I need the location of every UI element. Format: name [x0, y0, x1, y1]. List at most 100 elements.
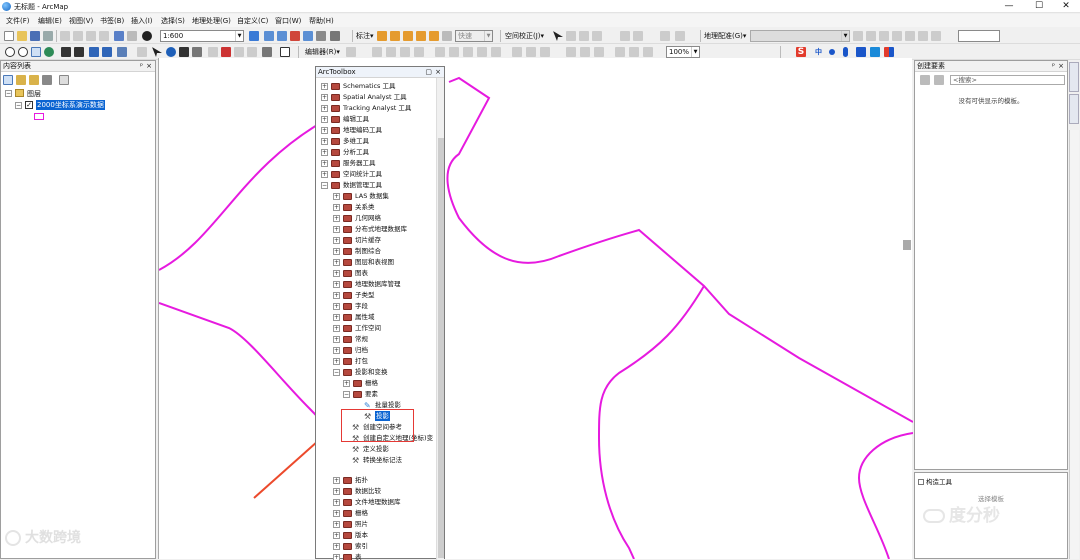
- select-arrow-icon[interactable]: [553, 31, 563, 41]
- editor-menu[interactable]: 编辑器(R)▾: [305, 47, 340, 57]
- quick-combo[interactable]: 快速 ▼: [455, 30, 493, 42]
- identify-icon[interactable]: [166, 47, 176, 57]
- pin-icon[interactable]: ᵖ: [1052, 61, 1055, 72]
- select-features-icon[interactable]: [117, 47, 127, 57]
- expand-toggle[interactable]: +: [321, 138, 328, 145]
- expand-toggle[interactable]: +: [333, 204, 340, 211]
- expand-toggle[interactable]: +: [333, 292, 340, 299]
- data-driven-pages-icon[interactable]: [643, 47, 653, 57]
- select-elements-icon[interactable]: [152, 47, 162, 57]
- expand-toggle[interactable]: +: [333, 477, 340, 484]
- page-icon[interactable]: [512, 47, 522, 57]
- menu-selection[interactable]: 选择(S): [161, 16, 185, 26]
- list-by-drawing-order-icon[interactable]: [3, 75, 13, 85]
- list-by-visibility-icon[interactable]: [29, 75, 39, 85]
- fixed-zoom-out-icon[interactable]: [74, 47, 84, 57]
- toolset-item[interactable]: + 文件地理数据库: [328, 497, 436, 508]
- scrollbar-thumb[interactable]: [438, 138, 444, 558]
- edge-match-icon[interactable]: [675, 31, 685, 41]
- expand-toggle[interactable]: +: [333, 215, 340, 222]
- toolbox-item[interactable]: + Spatial Analyst 工具: [316, 92, 436, 103]
- toolset-item[interactable]: + 常规: [328, 334, 436, 345]
- toolset-item[interactable]: + 拓扑: [328, 475, 436, 486]
- expand-toggle[interactable]: +: [321, 105, 328, 112]
- toolbox-item[interactable]: + 多维工具: [316, 136, 436, 147]
- expand-toggle[interactable]: +: [333, 237, 340, 244]
- template-view-icon[interactable]: [934, 75, 944, 85]
- menu-geoprocessing[interactable]: 地理处理(G): [192, 16, 231, 26]
- arctoolbox-icon[interactable]: [290, 31, 300, 41]
- toolset-item[interactable]: + 栅格: [328, 508, 436, 519]
- expand-toggle[interactable]: +: [333, 554, 340, 560]
- expand-toggle[interactable]: +: [321, 116, 328, 123]
- ime-chinese-icon[interactable]: 中: [815, 47, 822, 57]
- layout-view-icon[interactable]: [280, 47, 290, 57]
- menu-bookmarks[interactable]: 书签(B): [100, 16, 124, 26]
- map-scale-combo[interactable]: 1:600 ▼: [160, 30, 244, 42]
- expand-toggle[interactable]: +: [333, 259, 340, 266]
- redo-icon[interactable]: [127, 31, 137, 41]
- menu-help[interactable]: 帮助(H): [309, 16, 334, 26]
- toolset-item[interactable]: + 图层和表视图: [328, 257, 436, 268]
- collapse-toggle[interactable]: −: [321, 182, 328, 189]
- page-zoom-icon[interactable]: [526, 47, 536, 57]
- expand-toggle[interactable]: +: [321, 94, 328, 101]
- toggle-ctrl-points-icon[interactable]: [905, 31, 915, 41]
- edit-tool-icon[interactable]: [346, 47, 356, 57]
- expand-toggle[interactable]: +: [333, 303, 340, 310]
- map-view[interactable]: [158, 58, 913, 559]
- right-scrollbar[interactable]: [1069, 130, 1079, 559]
- expand-toggle[interactable]: +: [333, 543, 340, 550]
- maximize-button[interactable]: ☐: [1025, 0, 1053, 13]
- toolbox-item[interactable]: + 编辑工具: [316, 114, 436, 125]
- expand-toggle[interactable]: +: [333, 510, 340, 517]
- menu-file[interactable]: 文件(F): [6, 16, 30, 26]
- close-icon[interactable]: ×: [435, 67, 441, 78]
- ime-toolbox-icon[interactable]: [884, 47, 894, 57]
- find-icon[interactable]: [179, 47, 189, 57]
- list-by-selection-icon[interactable]: [42, 75, 52, 85]
- toolset-item[interactable]: + 字段: [328, 301, 436, 312]
- pause-labeling-icon[interactable]: [429, 31, 439, 41]
- toolbox-item[interactable]: + Schematics 工具: [316, 81, 436, 92]
- sketch-properties-icon[interactable]: [477, 47, 487, 57]
- create-features-icon[interactable]: [491, 47, 501, 57]
- forward-extent-icon[interactable]: [102, 47, 112, 57]
- georef-value-input[interactable]: [958, 30, 1000, 42]
- expand-toggle[interactable]: +: [333, 248, 340, 255]
- toolbox-item[interactable]: + 分析工具: [316, 147, 436, 158]
- link-table-icon[interactable]: [633, 31, 643, 41]
- limit-adjust-icon[interactable]: [620, 31, 630, 41]
- trace-icon[interactable]: [400, 47, 410, 57]
- template-search-input[interactable]: <搜索>: [950, 75, 1065, 85]
- catalog-dock-tab[interactable]: [1069, 62, 1079, 92]
- toolset-item[interactable]: + 几何网络: [328, 213, 436, 224]
- add-control-points-icon[interactable]: [879, 31, 889, 41]
- new-document-icon[interactable]: [4, 31, 14, 41]
- time-slider-icon[interactable]: [247, 47, 257, 57]
- hyperlink-icon[interactable]: [221, 47, 231, 57]
- expand-toggle[interactable]: +: [333, 532, 340, 539]
- expand-toggle[interactable]: +: [333, 270, 340, 277]
- toolset-item[interactable]: + 制图综合: [328, 246, 436, 257]
- expand-toggle[interactable]: +: [333, 193, 340, 200]
- toc-options-icon[interactable]: [59, 75, 69, 85]
- tool-item[interactable]: ⚒ 转换坐标记法: [350, 455, 436, 466]
- toolset-item[interactable]: + 工作空间: [328, 323, 436, 334]
- tool-item[interactable]: ⚒ 定义投影: [350, 444, 436, 455]
- search-dock-tab[interactable]: [1069, 94, 1079, 124]
- layout-zoom-combo[interactable]: 100% ▼: [666, 46, 700, 58]
- page-pan-icon[interactable]: [540, 47, 550, 57]
- toolset-item-raster[interactable]: + 栅格: [338, 378, 436, 389]
- menu-customize[interactable]: 自定义(C): [237, 16, 268, 26]
- zoom-whole-page-icon[interactable]: [566, 47, 576, 57]
- toggle-draft-icon[interactable]: [594, 47, 604, 57]
- spatial-adjustment-menu[interactable]: 空间校正(J)▾: [505, 31, 544, 41]
- back-extent-icon[interactable]: [89, 47, 99, 57]
- fixed-zoom-in-icon[interactable]: [61, 47, 71, 57]
- toolset-item[interactable]: + 属性域: [328, 312, 436, 323]
- expand-toggle[interactable]: +: [333, 488, 340, 495]
- clear-selection-icon[interactable]: [137, 47, 147, 57]
- zoom-in-icon[interactable]: [5, 47, 15, 57]
- toolset-item[interactable]: + 地理数据库管理: [328, 279, 436, 290]
